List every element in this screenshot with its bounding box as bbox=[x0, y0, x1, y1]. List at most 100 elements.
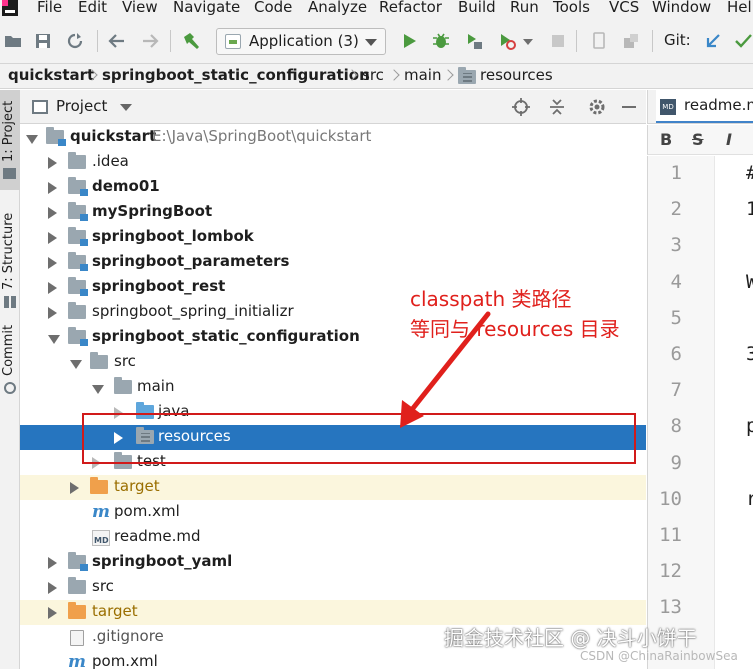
breadcrumb-resources[interactable]: resources bbox=[480, 66, 553, 84]
forward-arrow-icon[interactable] bbox=[141, 32, 159, 50]
tree-label: springboot_rest bbox=[92, 277, 226, 295]
git-commit-check-icon[interactable] bbox=[734, 32, 752, 50]
tree-row-idea[interactable]: .idea bbox=[20, 150, 646, 175]
tree-row-pom-xml[interactable]: m pom.xml bbox=[20, 500, 646, 525]
tree-row-main[interactable]: main bbox=[20, 375, 646, 400]
tree-row-springboot-lombok[interactable]: springboot_lombok bbox=[20, 225, 646, 250]
watermark-text: 掘金技术社区 @ 决斗小饼干 bbox=[444, 626, 697, 650]
collapse-arrow-icon[interactable] bbox=[48, 282, 57, 294]
tab-commit[interactable]: Commit bbox=[0, 320, 20, 400]
annotation-arrow bbox=[400, 311, 491, 428]
tree-label: src bbox=[114, 352, 136, 370]
git-update-icon[interactable] bbox=[704, 32, 722, 50]
toolbar-separator bbox=[576, 30, 577, 52]
tab-project[interactable]: 1: Project bbox=[0, 90, 20, 190]
device-icon[interactable] bbox=[590, 32, 608, 50]
breadcrumb-quickstart[interactable]: quickstart bbox=[8, 66, 94, 84]
tree-label: demo01 bbox=[92, 177, 160, 195]
minimize-icon[interactable] bbox=[620, 98, 638, 116]
collapse-arrow-icon[interactable] bbox=[48, 582, 57, 594]
save-icon[interactable] bbox=[34, 32, 52, 50]
project-panel-title[interactable]: Project bbox=[56, 97, 107, 115]
folder-icon bbox=[68, 577, 86, 594]
tree-row-myspringboot[interactable]: mySpringBoot bbox=[20, 200, 646, 225]
tab-structure[interactable]: 7: Structure bbox=[0, 202, 20, 308]
breadcrumb-main[interactable]: main bbox=[404, 66, 441, 84]
menu-help[interactable]: Hel bbox=[727, 0, 752, 16]
menu-file[interactable]: File bbox=[37, 0, 62, 16]
tree-row-readme-md[interactable]: MD readme.md bbox=[20, 525, 646, 550]
profile-icon[interactable] bbox=[498, 32, 516, 50]
tree-label: target bbox=[114, 477, 160, 495]
breadcrumb-src[interactable]: src bbox=[362, 66, 384, 84]
collapse-arrow-icon[interactable] bbox=[48, 307, 57, 319]
debug-bug-icon[interactable] bbox=[432, 32, 450, 50]
run-configuration-select[interactable]: Application (3) bbox=[216, 28, 386, 55]
line-number: 13 bbox=[659, 596, 682, 619]
tree-row-src-root[interactable]: src bbox=[20, 575, 646, 600]
menu-navigate[interactable]: Navigate bbox=[173, 0, 240, 16]
tree-row-springboot-yaml[interactable]: springboot_yaml bbox=[20, 550, 646, 575]
code-text: W bbox=[746, 270, 753, 293]
sync-icon[interactable] bbox=[66, 32, 84, 50]
collapse-arrow-icon[interactable] bbox=[48, 232, 57, 244]
maven-pom-icon: m bbox=[68, 652, 86, 669]
tree-label: .gitignore bbox=[92, 627, 164, 645]
collapse-arrow-icon[interactable] bbox=[48, 557, 57, 569]
back-arrow-icon[interactable] bbox=[108, 32, 126, 50]
collapse-all-icon[interactable] bbox=[548, 98, 566, 116]
tree-row-demo01[interactable]: demo01 bbox=[20, 175, 646, 200]
menu-analyze[interactable]: Analyze bbox=[308, 0, 367, 16]
editor-code-area[interactable]: #1 W 3 p r bbox=[716, 156, 753, 669]
module-folder-icon bbox=[68, 327, 88, 346]
tree-row-target[interactable]: target bbox=[20, 475, 646, 500]
menu-tools[interactable]: Tools bbox=[553, 0, 590, 16]
locate-crosshair-icon[interactable] bbox=[512, 98, 530, 116]
tree-row-quickstart[interactable]: quickstart E:\Java\SpringBoot\quickstart bbox=[20, 125, 646, 150]
menu-view[interactable]: View bbox=[122, 0, 158, 16]
collapse-arrow-icon[interactable] bbox=[48, 257, 57, 269]
run-icon[interactable] bbox=[400, 32, 418, 50]
expand-arrow-icon[interactable] bbox=[48, 335, 60, 344]
expand-arrow-icon[interactable] bbox=[26, 135, 38, 144]
chevron-down-icon[interactable] bbox=[522, 32, 534, 50]
bold-button[interactable]: B bbox=[660, 130, 672, 149]
menu-vcs[interactable]: VCS bbox=[609, 0, 639, 16]
tree-label: pom.xml bbox=[92, 652, 158, 669]
line-number: 6 bbox=[670, 343, 682, 365]
sdk-manager-icon[interactable] bbox=[622, 32, 640, 50]
collapse-arrow-icon[interactable] bbox=[48, 182, 57, 194]
open-folder-icon[interactable] bbox=[4, 32, 22, 50]
chevron-down-icon bbox=[365, 39, 377, 46]
tree-row-pom-xml-root[interactable]: m pom.xml bbox=[20, 650, 646, 669]
menu-edit[interactable]: Edit bbox=[78, 0, 107, 16]
tab-readme-md[interactable]: MD readme.md bbox=[656, 90, 753, 123]
collapse-arrow-icon[interactable] bbox=[48, 607, 57, 619]
gear-icon[interactable] bbox=[588, 98, 606, 116]
intellij-logo-icon bbox=[2, 0, 18, 16]
menu-run[interactable]: Run bbox=[510, 0, 539, 16]
stop-icon[interactable] bbox=[549, 32, 567, 50]
collapse-arrow-icon[interactable] bbox=[70, 482, 79, 494]
menu-code[interactable]: Code bbox=[254, 0, 292, 16]
collapse-arrow-icon[interactable] bbox=[48, 157, 57, 169]
application-config-icon bbox=[225, 34, 241, 49]
chevron-down-icon[interactable] bbox=[120, 104, 132, 111]
expand-arrow-icon[interactable] bbox=[70, 360, 82, 369]
strikethrough-button[interactable]: S bbox=[692, 130, 704, 149]
folder-icon bbox=[90, 352, 108, 369]
tree-row-src[interactable]: src bbox=[20, 350, 646, 375]
build-hammer-icon[interactable] bbox=[182, 32, 200, 50]
line-number: 10 bbox=[659, 487, 682, 510]
italic-button[interactable]: I bbox=[726, 130, 732, 149]
tree-row-springboot-parameters[interactable]: springboot_parameters bbox=[20, 250, 646, 275]
collapse-arrow-icon[interactable] bbox=[48, 207, 57, 219]
coverage-icon[interactable] bbox=[465, 32, 483, 50]
menu-refactor[interactable]: Refactor bbox=[379, 0, 442, 16]
code-text: r bbox=[746, 487, 753, 510]
expand-arrow-icon[interactable] bbox=[92, 385, 104, 394]
menu-window[interactable]: Window bbox=[652, 0, 711, 16]
line-number: 9 bbox=[670, 451, 682, 474]
breadcrumb-module[interactable]: springboot_static_configuration bbox=[102, 66, 370, 84]
menu-build[interactable]: Build bbox=[458, 0, 496, 16]
